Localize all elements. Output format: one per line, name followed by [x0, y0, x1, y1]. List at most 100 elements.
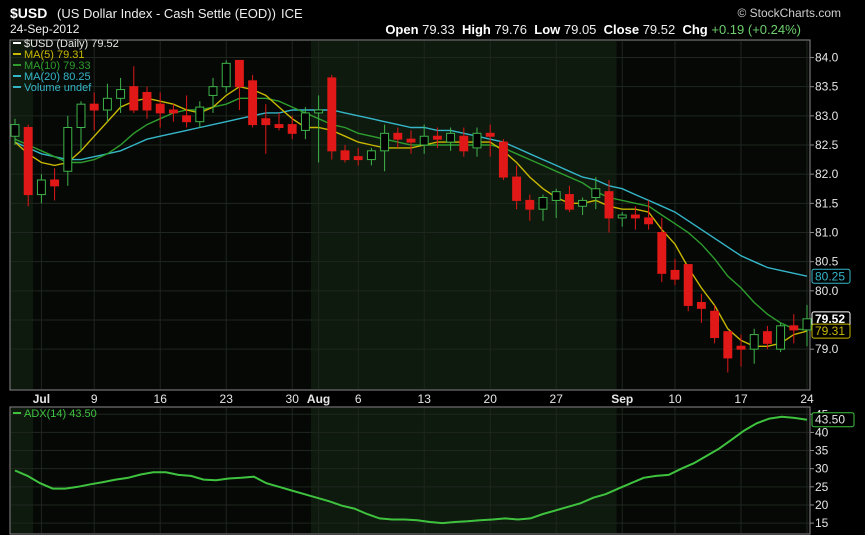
candle-down: [248, 80, 258, 126]
legend-swatch: [13, 53, 21, 55]
candle-down: [683, 264, 693, 306]
adx-ytick-label: 30: [815, 462, 829, 476]
last-value-label: 79.31: [815, 324, 845, 338]
xtick-label: Jul: [33, 392, 50, 406]
candle-down: [353, 156, 363, 161]
last-value-label: 80.25: [815, 269, 845, 283]
adx-last-value-label: 43.50: [815, 413, 845, 427]
candle-down: [168, 109, 178, 114]
candle-down: [432, 135, 442, 140]
candle-down: [498, 141, 508, 178]
legend-swatch: [13, 86, 21, 88]
xtick-label: 10: [668, 392, 682, 406]
candle-up: [551, 191, 561, 201]
candle-down: [710, 310, 720, 338]
candle-down: [670, 269, 680, 280]
price-ytick-label: 81.5: [815, 196, 839, 210]
price-ytick-label: 80.0: [815, 284, 839, 298]
price-ytick-label: 79.0: [815, 342, 839, 356]
candle-down: [630, 214, 640, 219]
candle-up: [116, 89, 126, 99]
legend-swatch: [13, 42, 21, 44]
candle-down: [525, 199, 535, 210]
candle-down: [459, 135, 469, 152]
xtick-label: 30: [286, 392, 300, 406]
candle-up: [76, 103, 86, 128]
candle-down: [340, 150, 350, 161]
candle-down: [142, 92, 152, 111]
candle-up: [419, 135, 429, 146]
candle-up: [10, 124, 20, 137]
xtick-label: 24: [800, 392, 814, 406]
candle-down: [564, 194, 574, 210]
candle-up: [300, 112, 310, 131]
candle-up: [195, 106, 205, 123]
candle-down: [129, 86, 139, 111]
candle-down: [406, 138, 416, 143]
candle-up: [102, 97, 112, 111]
candle-up: [314, 109, 324, 114]
candle-down: [261, 118, 271, 126]
price-ytick-label: 84.0: [815, 51, 839, 65]
xtick-label: 20: [484, 392, 498, 406]
adx-ytick-label: 15: [815, 516, 829, 530]
candle-down: [23, 127, 33, 196]
candle-down: [736, 345, 746, 350]
candle-up: [538, 197, 548, 210]
candle-down: [762, 331, 772, 344]
candle-down: [287, 124, 297, 134]
candle-down: [512, 176, 522, 201]
candle-down: [89, 103, 99, 111]
candle-down: [182, 115, 192, 123]
candle-up: [617, 214, 627, 219]
candle-up: [578, 199, 588, 207]
price-ytick-label: 83.0: [815, 109, 839, 123]
adx-ytick-label: 40: [815, 425, 829, 439]
price-band-august: [311, 41, 617, 389]
adx-band-june: [11, 408, 34, 533]
price-ytick-label: 82.0: [815, 167, 839, 181]
candle-down: [644, 217, 654, 225]
candle-down: [274, 124, 284, 129]
candle-up: [776, 325, 786, 350]
candle-up: [446, 132, 456, 143]
candle-down: [485, 132, 495, 137]
candle-down: [789, 325, 799, 331]
price-chart: 79.079.580.080.581.081.582.082.583.083.5…: [9, 38, 855, 535]
xtick-label: 13: [418, 392, 432, 406]
candle-down: [155, 103, 165, 114]
candle-up: [749, 334, 759, 350]
candle-up: [221, 62, 231, 88]
candle-up: [802, 318, 812, 331]
candle-up: [591, 188, 601, 198]
candle-up: [366, 150, 376, 161]
price-ytick-label: 83.5: [815, 80, 839, 94]
xtick-label: Aug: [307, 392, 330, 406]
candle-down: [393, 132, 403, 140]
candle-up: [380, 132, 390, 152]
xtick-label: 16: [154, 392, 168, 406]
candle-down: [723, 331, 733, 359]
adx-ytick-label: 25: [815, 480, 829, 494]
candle-down: [50, 179, 60, 187]
xtick-label: 6: [355, 392, 362, 406]
price-ytick-label: 81.0: [815, 226, 839, 240]
candle-up: [208, 86, 218, 96]
adx-legend-entry: ADX(14) 43.50: [24, 408, 97, 420]
adx-ytick-label: 20: [815, 498, 829, 512]
adx-legend-swatch: [13, 412, 21, 414]
candle-down: [657, 232, 667, 274]
candle-down: [696, 302, 706, 309]
legend-entry: Volume undef: [24, 82, 92, 94]
xtick-label: Sep: [611, 392, 633, 406]
adx-ytick-label: 35: [815, 444, 829, 458]
candle-down: [327, 77, 337, 152]
xtick-label: 27: [550, 392, 564, 406]
candle-down: [234, 59, 244, 88]
candle-up: [36, 179, 46, 196]
xtick-label: 9: [91, 392, 98, 406]
candle-up: [63, 127, 73, 172]
candle-down: [604, 191, 614, 219]
legend-swatch: [13, 75, 21, 77]
price-ytick-label: 80.5: [815, 255, 839, 269]
